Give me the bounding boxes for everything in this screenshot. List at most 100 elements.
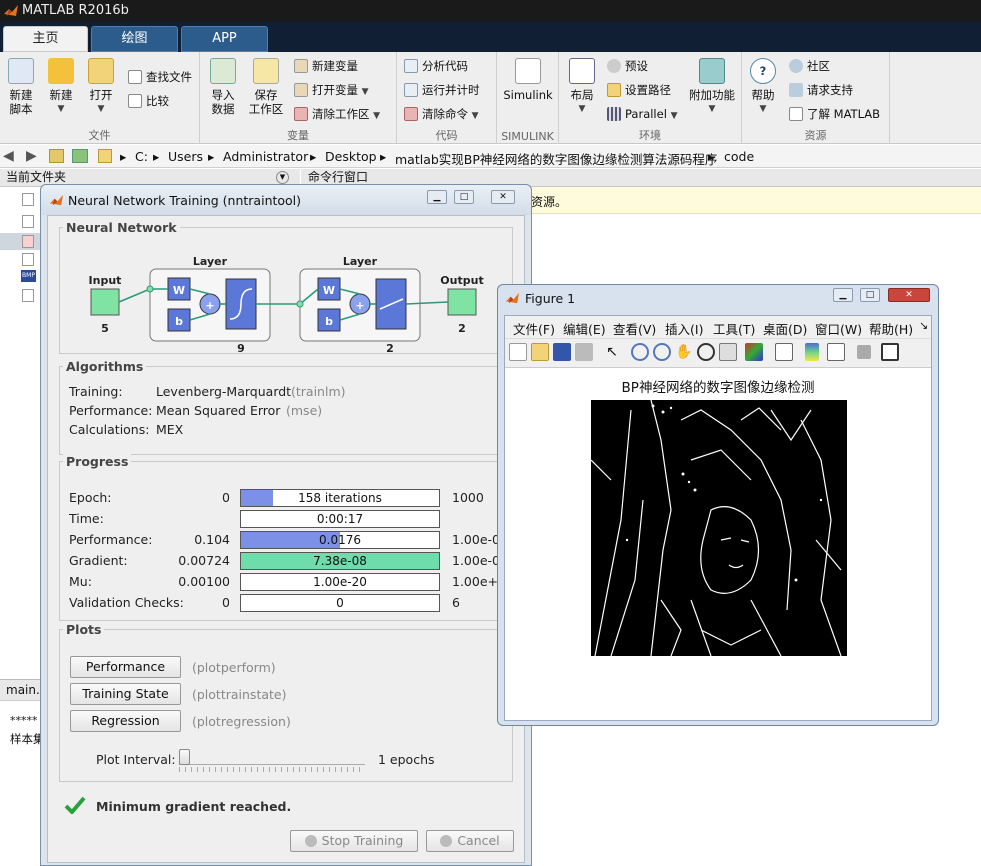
bmp-file-icon[interactable]: BMP <box>21 270 36 282</box>
pan-hand-icon[interactable]: ✋ <box>675 343 693 361</box>
clear-commands-button[interactable]: 清除命令 ▼ <box>404 105 479 123</box>
cancel-button[interactable]: Cancel <box>426 830 514 852</box>
new-variable-icon <box>294 59 308 73</box>
open-file-icon[interactable] <box>531 343 549 361</box>
maximize-icon[interactable]: □ <box>860 288 880 302</box>
parallel-button[interactable]: Parallel ▼ <box>607 105 677 123</box>
tab-plots[interactable]: 绘图 <box>91 26 178 52</box>
new-script-button[interactable]: 新建 脚本 <box>4 58 38 116</box>
editor-tab-main[interactable]: main. <box>6 683 40 697</box>
learn-matlab-button[interactable]: 了解 MATLAB <box>789 105 880 123</box>
plot-regression-fn: (plotregression) <box>192 714 291 729</box>
data-cursor-icon[interactable] <box>719 343 737 361</box>
compare-button[interactable]: 比较 <box>128 92 169 110</box>
progress-row: Gradient: 0.00724 7.38e-08 1.00e-07 <box>69 552 514 573</box>
pointer-icon[interactable]: ↖ <box>603 343 621 361</box>
close-icon[interactable]: ✕ <box>491 190 515 204</box>
close-icon[interactable]: ✕ <box>888 288 930 302</box>
zoom-out-icon[interactable] <box>653 343 671 361</box>
help-button[interactable]: ? 帮助 ▼ <box>748 58 778 116</box>
tab-apps[interactable]: APP <box>181 26 268 52</box>
simulink-icon <box>515 58 541 84</box>
menu-view[interactable]: 查看(V) <box>613 319 656 338</box>
open-button[interactable]: 打开 ▼ <box>84 58 118 116</box>
menu-window[interactable]: 窗口(W) <box>815 319 862 338</box>
open-variable-button[interactable]: 打开变量 ▼ <box>294 81 369 99</box>
link-plot-icon[interactable] <box>775 343 793 361</box>
colorbar-icon[interactable] <box>805 343 819 361</box>
back-arrow-icon[interactable]: ◀ <box>3 148 14 164</box>
layout-icon <box>569 58 595 84</box>
request-support-button[interactable]: 请求支持 <box>789 81 853 99</box>
clear-workspace-button[interactable]: 清除工作区 ▼ <box>294 105 380 123</box>
addons-button[interactable]: 附加功能 ▼ <box>685 58 739 116</box>
new-variable-button[interactable]: 新建变量 <box>294 57 358 75</box>
set-path-button[interactable]: 设置路径 <box>607 81 671 99</box>
browse-folder-icon[interactable] <box>72 149 88 163</box>
progress-row-start: 0.104 <box>194 532 230 547</box>
zoom-in-icon[interactable] <box>631 343 649 361</box>
plot-performance-button[interactable]: Performance <box>70 656 181 678</box>
file-icon[interactable] <box>22 215 34 228</box>
preferences-button[interactable]: 预设 <box>607 57 648 75</box>
up-folder-icon[interactable] <box>49 149 64 163</box>
layout-button[interactable]: 布局 ▼ <box>565 58 599 116</box>
save-disk-icon[interactable] <box>553 343 571 361</box>
new-button[interactable]: 新建 ▼ <box>44 58 78 116</box>
show-plot-tools-icon[interactable] <box>881 343 899 361</box>
svg-text:+: + <box>205 299 214 312</box>
file-icon[interactable] <box>22 253 34 266</box>
breadcrumb-desktop[interactable]: Desktop <box>325 149 377 164</box>
notice-text: 资源。 <box>531 195 568 209</box>
stop-training-button[interactable]: Stop Training <box>290 830 418 852</box>
find-files-button[interactable]: 查找文件 <box>128 68 192 86</box>
file-icon[interactable] <box>22 289 34 302</box>
analyze-code-button[interactable]: 分析代码 <box>404 57 468 75</box>
breadcrumb-drive[interactable]: C: <box>135 149 148 164</box>
panel-menu-chevron-icon[interactable]: ▼ <box>276 171 289 184</box>
file-row-selected[interactable] <box>0 233 40 250</box>
print-icon[interactable] <box>575 343 593 361</box>
plot-training-state-button[interactable]: Training State <box>70 683 181 705</box>
minimize-icon[interactable]: ▁ <box>427 190 447 204</box>
menu-edit[interactable]: 编辑(E) <box>563 319 606 338</box>
brush-icon[interactable] <box>745 343 763 361</box>
slider-thumb[interactable] <box>179 749 190 765</box>
rotate-3d-icon[interactable] <box>697 343 715 361</box>
menu-desktop[interactable]: 桌面(D) <box>763 319 807 338</box>
run-and-time-button[interactable]: 运行并计时 <box>404 81 480 99</box>
menu-file[interactable]: 文件(F) <box>513 319 555 338</box>
maximize-icon[interactable]: □ <box>454 190 474 204</box>
figure-body: 文件(F) 编辑(E) 查看(V) 插入(I) 工具(T) 桌面(D) 窗口(W… <box>504 315 932 721</box>
figure-title: Figure 1 <box>525 291 576 306</box>
hide-plot-tools-icon[interactable] <box>857 345 871 359</box>
breadcrumb-project-folder[interactable]: matlab实现BP神经网络的数字图像边缘检测算法源码程序 <box>395 149 717 168</box>
progress-row-start: 0 <box>222 595 230 610</box>
section-label-file: 文件 <box>88 129 111 142</box>
clear-workspace-icon <box>294 107 308 121</box>
nntraintool-title-bar[interactable]: Neural Network Training (nntraintool) ▁ … <box>41 185 531 215</box>
plot-interval-slider[interactable] <box>179 749 365 772</box>
menu-overflow-icon[interactable]: ↘ <box>919 319 928 332</box>
import-data-button[interactable]: 导入 数据 <box>206 58 240 116</box>
legend-icon[interactable] <box>827 343 845 361</box>
save-workspace-button[interactable]: 保存 工作区 <box>246 58 286 116</box>
community-button[interactable]: 社区 <box>789 57 830 75</box>
breadcrumb-users[interactable]: Users <box>168 149 203 164</box>
menu-tools[interactable]: 工具(T) <box>713 319 755 338</box>
breadcrumb-administrator[interactable]: Administrator <box>223 149 308 164</box>
simulink-button[interactable]: Simulink <box>501 58 555 102</box>
new-figure-icon[interactable] <box>509 343 527 361</box>
file-icon[interactable] <box>22 193 34 206</box>
output-label: Output <box>440 274 483 287</box>
tab-home[interactable]: 主页 <box>3 26 88 52</box>
plot-regression-button[interactable]: Regression <box>70 710 181 732</box>
matlab-logo-icon <box>49 194 64 206</box>
menu-help[interactable]: 帮助(H) <box>869 319 913 338</box>
ribbon-section-environment: 布局 ▼ 预设 设置路径 Parallel ▼ 附加功能 ▼ 环境 <box>559 52 742 144</box>
figure-title-bar[interactable]: Figure 1 ▁ □ ✕ <box>498 285 938 313</box>
breadcrumb-code[interactable]: code <box>724 149 754 164</box>
forward-arrow-icon[interactable]: ▶ <box>26 148 37 164</box>
minimize-icon[interactable]: ▁ <box>833 288 853 302</box>
menu-insert[interactable]: 插入(I) <box>665 319 703 338</box>
